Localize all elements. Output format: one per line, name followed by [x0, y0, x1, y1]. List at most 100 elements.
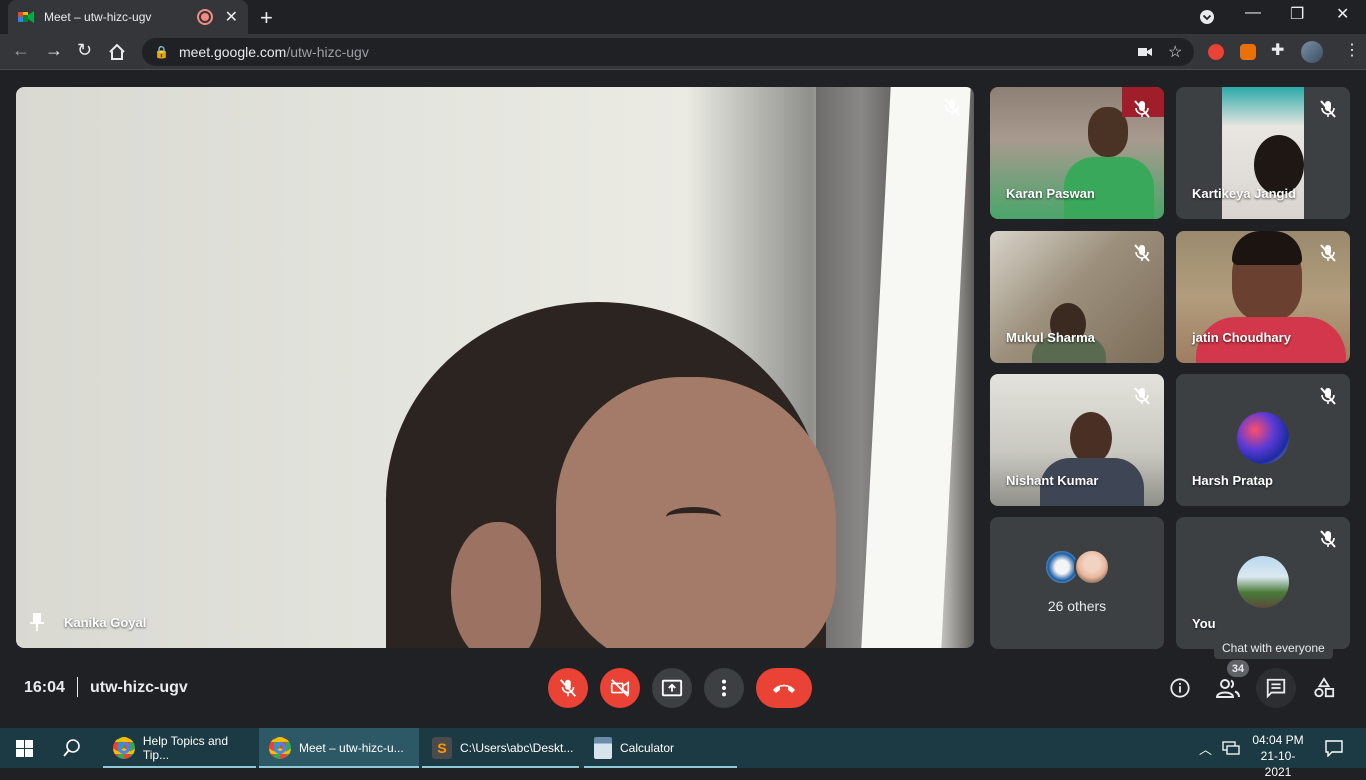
profile-avatar[interactable] — [1301, 41, 1323, 63]
participant-tile[interactable]: Mukul Sharma — [990, 231, 1164, 363]
meeting-details-button[interactable] — [1167, 675, 1193, 701]
browser-tab-strip: Meet – utw-hizc-ugv ✕ + — ❐ ✕ — [0, 0, 1366, 34]
others-count-label: 26 others — [1047, 598, 1107, 614]
new-tab-icon[interactable]: + — [260, 5, 273, 31]
mic-off-icon — [1320, 387, 1336, 405]
toggle-mic-button[interactable] — [548, 668, 588, 708]
google-meet-icon — [18, 11, 34, 23]
participant-name: Kartikeya Jangid — [1192, 186, 1297, 201]
taskbar-item-label: Help Topics and Tip... — [142, 734, 229, 762]
participant-tile[interactable]: Nishant Kumar — [990, 374, 1164, 506]
participants-button[interactable] — [1215, 675, 1241, 701]
network-icon[interactable] — [1222, 741, 1240, 755]
mic-off-icon — [1134, 244, 1150, 262]
meeting-code: utw-hizc-ugv — [90, 679, 188, 696]
taskbar-item-label: C:\Users\abc\Deskt... — [460, 741, 574, 755]
chrome-menu-icon[interactable]: ⋮ — [1344, 40, 1360, 60]
system-clock[interactable]: 04:04 PM 21-10-2021 — [1248, 732, 1308, 780]
taskbar-item-sublime[interactable]: S C:\Users\abc\Deskt... — [422, 728, 579, 768]
url-host: meet.google.com — [178, 44, 287, 60]
home-icon[interactable] — [108, 43, 126, 61]
mic-off-icon — [1134, 387, 1150, 405]
participant-tile[interactable]: Karan Paswan — [990, 87, 1164, 219]
toggle-camera-button[interactable] — [600, 668, 640, 708]
notifications-icon[interactable] — [1325, 740, 1343, 757]
adblock-extension-icon[interactable] — [1208, 44, 1224, 60]
mic-off-icon — [1320, 530, 1336, 548]
info-icon — [1170, 678, 1190, 698]
present-screen-icon — [661, 679, 683, 697]
sublime-text-icon: S — [432, 737, 452, 759]
speaker-ear — [451, 522, 541, 648]
calculator-icon — [594, 737, 612, 759]
browser-tab-meet[interactable]: Meet – utw-hizc-ugv ✕ — [8, 0, 248, 34]
meet-window: Kanika Goyal Karan Paswan Kartikeya Jang… — [0, 71, 1366, 728]
participant-name: Harsh Pratap — [1192, 473, 1273, 488]
show-hidden-icons-icon[interactable]: ︿ — [1199, 739, 1212, 758]
taskbar-item-label: Meet – utw-hizc-u... — [299, 741, 404, 755]
chat-button[interactable] — [1263, 675, 1289, 701]
meeting-clock: 16:04 — [24, 679, 65, 696]
divider — [77, 677, 78, 697]
chrome-icon — [113, 737, 135, 759]
camera-in-use-icon[interactable] — [1138, 46, 1152, 58]
activities-button[interactable] — [1311, 675, 1337, 701]
participant-tile[interactable]: Harsh Pratap — [1176, 374, 1350, 506]
participant-avatar — [1074, 549, 1110, 585]
search-icon[interactable] — [63, 739, 81, 757]
activities-icon — [1314, 677, 1335, 698]
self-label: You — [1192, 616, 1216, 631]
windows-taskbar: Help Topics and Tip... Meet – utw-hizc-u… — [0, 728, 1366, 779]
forward-icon[interactable]: → — [45, 40, 63, 61]
restore-window-icon[interactable]: ❐ — [1290, 4, 1304, 24]
more-options-button[interactable] — [704, 668, 744, 708]
participant-count-badge: 34 — [1227, 660, 1249, 677]
back-icon[interactable]: ← — [12, 40, 30, 61]
participant-tile[interactable]: Kartikeya Jangid — [1176, 87, 1350, 219]
participant-face — [1070, 412, 1112, 464]
windows-start-icon[interactable] — [16, 740, 33, 757]
lock-icon[interactable]: 🔒 — [154, 45, 169, 59]
mic-off-icon — [559, 679, 577, 697]
browser-toolbar: ← → ↻ 🔒 meet.google.com/utw-hizc-ugv ☆ ✚… — [0, 34, 1366, 70]
leave-call-button[interactable] — [756, 668, 812, 708]
chrome-icon — [269, 737, 291, 759]
mic-off-icon — [1320, 100, 1336, 118]
participant-name: Nishant Kumar — [1006, 473, 1099, 488]
reload-icon[interactable]: ↻ — [77, 40, 92, 61]
taskbar-item-meet[interactable]: Meet – utw-hizc-u... — [259, 728, 419, 768]
pin-icon[interactable] — [30, 613, 44, 631]
system-date: 21-10-2021 — [1260, 749, 1296, 779]
close-window-icon[interactable]: ✕ — [1336, 4, 1349, 24]
participant-name: jatin Choudhary — [1192, 330, 1291, 345]
people-icon — [1216, 679, 1240, 698]
chat-icon — [1266, 678, 1286, 699]
self-tile[interactable]: You — [1176, 517, 1350, 649]
close-tab-icon[interactable]: ✕ — [225, 7, 238, 27]
self-avatar — [1237, 556, 1289, 608]
taskbar-item-help-topics[interactable]: Help Topics and Tip... — [103, 728, 256, 768]
participant-tile[interactable]: jatin Choudhary — [1176, 231, 1350, 363]
bookmark-star-icon[interactable]: ☆ — [1168, 42, 1182, 62]
present-screen-button[interactable] — [652, 668, 692, 708]
recording-indicator-icon — [198, 11, 211, 23]
participant-hair — [1232, 231, 1302, 265]
tab-title: Meet – utw-hizc-ugv — [44, 10, 152, 24]
camera-off-icon — [610, 679, 630, 697]
tab-search-icon[interactable] — [1199, 9, 1215, 25]
taskbar-item-label: Calculator — [620, 741, 675, 755]
extensions-puzzle-icon[interactable]: ✚ — [1271, 40, 1284, 60]
minimize-window-icon[interactable]: — — [1245, 4, 1261, 22]
participant-name: Karan Paswan — [1006, 186, 1095, 201]
hang-up-icon — [773, 684, 795, 693]
participant-name: Mukul Sharma — [1006, 330, 1095, 345]
url-path: /utw-hizc-ugv — [286, 44, 369, 60]
main-speaker-video[interactable]: Kanika Goyal — [16, 87, 974, 648]
taskbar-item-calculator[interactable]: Calculator — [584, 728, 737, 768]
password-extension-icon[interactable] — [1240, 44, 1256, 60]
others-tile[interactable]: 26 others — [990, 517, 1164, 649]
address-bar[interactable]: 🔒 meet.google.com/utw-hizc-ugv ☆ — [142, 38, 1194, 66]
mic-off-icon — [1134, 100, 1150, 118]
main-speaker-name: Kanika Goyal — [64, 615, 147, 630]
mic-off-icon — [944, 98, 960, 116]
